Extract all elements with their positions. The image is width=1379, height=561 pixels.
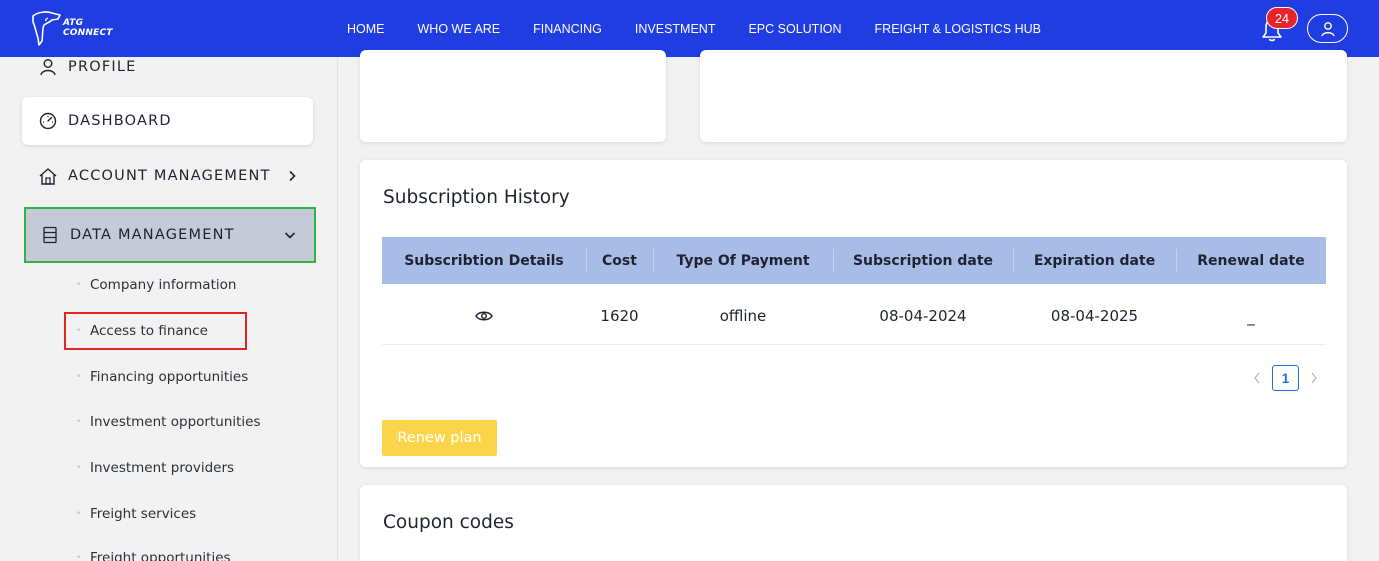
subscription-date-cell: 08-04-2024: [879, 307, 967, 325]
eye-icon[interactable]: [475, 310, 493, 322]
sidebar-item-profile[interactable]: PROFILE: [22, 43, 313, 91]
chevron-left-icon[interactable]: [1250, 370, 1264, 386]
nav-who-we-are[interactable]: WHO WE ARE: [418, 22, 501, 36]
submenu-label: Freight services: [90, 506, 197, 522]
submenu-label: Freight opportunities: [90, 550, 231, 561]
table-header: Subscribtion Details Cost Type Of Paymen…: [382, 237, 1326, 284]
nav-financing[interactable]: FINANCING: [533, 22, 602, 36]
chevron-right-icon[interactable]: [1307, 370, 1321, 386]
pagination: 1: [1250, 365, 1321, 391]
column-header: Subscribtion Details: [404, 252, 564, 269]
user-icon: [1320, 21, 1335, 36]
column-header: Cost: [586, 237, 653, 284]
sidebar-item-label: DATA MANAGEMENT: [70, 227, 235, 243]
section-title: Coupon codes: [383, 512, 514, 533]
notification-count-badge[interactable]: 24: [1266, 7, 1298, 29]
brand-line-2: CONNECT: [63, 28, 113, 38]
column-header: Subscription date: [833, 237, 1013, 284]
renew-plan-button[interactable]: Renew plan: [382, 420, 497, 456]
renewal-date-cell: _: [1247, 308, 1255, 326]
database-icon: [40, 225, 60, 245]
sidebar-item-data-management[interactable]: DATA MANAGEMENT: [24, 207, 316, 263]
user-icon: [38, 57, 58, 77]
nav-epc-solution[interactable]: EPC SOLUTION: [748, 22, 841, 36]
user-account-button[interactable]: [1307, 14, 1348, 43]
chevron-right-icon: [287, 170, 297, 182]
submenu-label: Investment providers: [90, 460, 235, 476]
payment-type-cell: offline: [719, 307, 767, 325]
submenu-investment-opportunities[interactable]: Investment opportunities: [76, 414, 261, 430]
sidebar-item-account-management[interactable]: ACCOUNT MANAGEMENT: [22, 152, 313, 200]
brand-name: ATG CONNECT: [63, 18, 113, 38]
cost-cell: 1620: [600, 307, 639, 325]
expiration-date-cell: 08-04-2025: [1050, 307, 1139, 325]
section-title: Subscription History: [383, 187, 570, 208]
submenu-access-to-finance[interactable]: Access to finance: [76, 323, 208, 339]
sidebar-item-dashboard[interactable]: DASHBOARD: [22, 97, 313, 145]
column-header: Type Of Payment: [653, 237, 833, 284]
home-icon: [38, 166, 58, 186]
submenu-label: Financing opportunities: [90, 369, 249, 385]
submenu-label: Company information: [90, 277, 237, 293]
submenu-freight-services[interactable]: Freight services: [76, 506, 197, 522]
nav-freight-logistics-hub[interactable]: FREIGHT & LOGISTICS HUB: [875, 22, 1041, 36]
nav-home[interactable]: HOME: [347, 22, 385, 36]
sidebar-item-label: PROFILE: [68, 59, 137, 75]
stat-card-right: [700, 50, 1347, 142]
subscription-history-card: Subscription History Subscribtion Detail…: [360, 160, 1347, 467]
column-header: Renewal date: [1176, 237, 1326, 284]
coupon-codes-card: Coupon codes: [360, 485, 1347, 561]
chevron-down-icon: [284, 230, 296, 240]
stat-card-left: [360, 50, 666, 142]
sidebar-item-label: DASHBOARD: [68, 113, 172, 129]
nav-investment[interactable]: INVESTMENT: [635, 22, 716, 36]
africa-map-icon: [32, 11, 61, 46]
sidebar: PROFILE DASHBOARD ACCOUNT MANAGEMENT DAT…: [0, 57, 338, 561]
sidebar-item-label: ACCOUNT MANAGEMENT: [68, 168, 271, 184]
submenu-financing-opportunities[interactable]: Financing opportunities: [76, 369, 249, 385]
atg-connect-logo[interactable]: ATG CONNECT: [30, 8, 120, 48]
submenu-freight-opportunities[interactable]: Freight opportunities: [76, 550, 231, 561]
gauge-icon: [38, 111, 58, 131]
brand-line-1: ATG: [63, 18, 84, 28]
column-header: Expiration date: [1013, 237, 1176, 284]
submenu-investment-providers[interactable]: Investment providers: [76, 460, 235, 476]
main-nav: HOME WHO WE ARE FINANCING INVESTMENT EPC…: [347, 0, 1074, 57]
submenu-label: Investment opportunities: [90, 414, 261, 430]
submenu-company-information[interactable]: Company information: [76, 277, 237, 293]
submenu-label: Access to finance: [90, 323, 208, 339]
view-details-cell: [382, 284, 586, 345]
page-number-current[interactable]: 1: [1272, 365, 1299, 391]
table-row: 1620 offline 08-04-2024 08-04-2025 _: [382, 284, 1326, 345]
